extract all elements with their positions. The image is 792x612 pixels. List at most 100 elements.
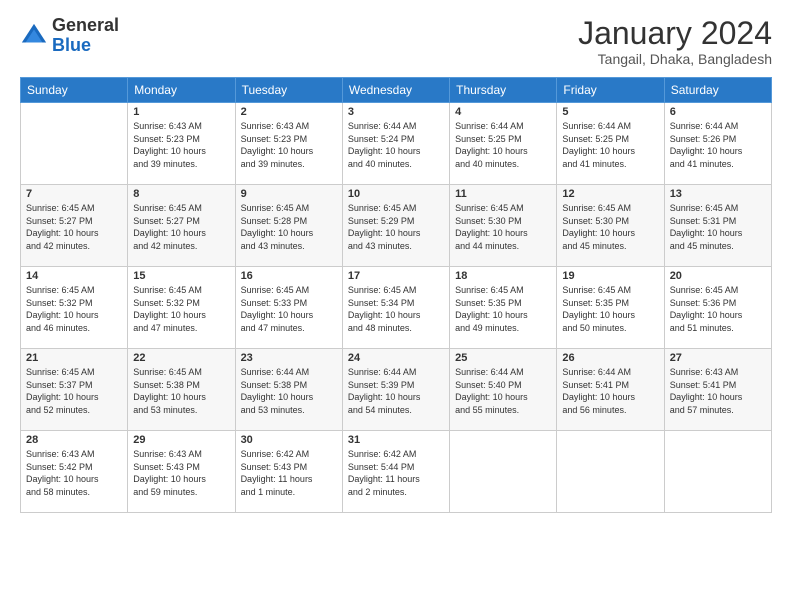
day-number: 21 <box>26 352 122 364</box>
calendar-cell: 24 Sunrise: 6:44 AM Sunset: 5:39 PM Dayli… <box>342 349 449 431</box>
day-number: 27 <box>670 352 766 364</box>
calendar-cell: 11 Sunrise: 6:45 AM Sunset: 5:30 PM Dayli… <box>450 185 557 267</box>
calendar-week-1: 1 Sunrise: 6:43 AM Sunset: 5:23 PM Daylig… <box>21 103 772 185</box>
calendar-week-5: 28 Sunrise: 6:43 AM Sunset: 5:42 PM Dayli… <box>21 431 772 513</box>
calendar-week-2: 7Sunrise: 6:45 AM Sunset: 5:27 PM Daylig… <box>21 185 772 267</box>
header-monday: Monday <box>128 78 235 103</box>
day-info: Sunrise: 6:45 AM Sunset: 5:32 PM Dayligh… <box>133 284 229 334</box>
day-number: 17 <box>348 270 444 282</box>
day-number: 22 <box>133 352 229 364</box>
day-number: 26 <box>562 352 658 364</box>
day-number: 13 <box>670 188 766 200</box>
day-number: 6 <box>670 106 766 118</box>
day-number: 31 <box>348 434 444 446</box>
day-number: 14 <box>26 270 122 282</box>
calendar-cell: 28 Sunrise: 6:43 AM Sunset: 5:42 PM Dayli… <box>21 431 128 513</box>
calendar-cell: 20Sunrise: 6:45 AM Sunset: 5:36 PM Dayli… <box>664 267 771 349</box>
day-info: Sunrise: 6:45 AM Sunset: 5:31 PM Dayligh… <box>670 202 766 252</box>
day-info: Sunrise: 6:44 AM Sunset: 5:38 PM Dayligh… <box>241 366 337 416</box>
day-number: 18 <box>455 270 551 282</box>
calendar-cell: 17Sunrise: 6:45 AM Sunset: 5:34 PM Dayli… <box>342 267 449 349</box>
calendar-cell: 19Sunrise: 6:45 AM Sunset: 5:35 PM Dayli… <box>557 267 664 349</box>
header-saturday: Saturday <box>664 78 771 103</box>
day-info: Sunrise: 6:45 AM Sunset: 5:28 PM Dayligh… <box>241 202 337 252</box>
day-info: Sunrise: 6:44 AM Sunset: 5:39 PM Dayligh… <box>348 366 444 416</box>
day-info: Sunrise: 6:45 AM Sunset: 5:30 PM Dayligh… <box>562 202 658 252</box>
day-info: Sunrise: 6:45 AM Sunset: 5:27 PM Dayligh… <box>133 202 229 252</box>
day-info: Sunrise: 6:43 AM Sunset: 5:23 PM Dayligh… <box>241 120 337 170</box>
day-number: 25 <box>455 352 551 364</box>
calendar-cell: 25 Sunrise: 6:44 AM Sunset: 5:40 PM Dayli… <box>450 349 557 431</box>
day-info: Sunrise: 6:45 AM Sunset: 5:32 PM Dayligh… <box>26 284 122 334</box>
calendar-cell: 3 Sunrise: 6:44 AM Sunset: 5:24 PM Daylig… <box>342 103 449 185</box>
title-area: January 2024 Tangail, Dhaka, Bangladesh <box>578 16 772 67</box>
calendar-cell: 18 Sunrise: 6:45 AM Sunset: 5:35 PM Dayli… <box>450 267 557 349</box>
day-info: Sunrise: 6:42 AM Sunset: 5:44 PM Dayligh… <box>348 448 444 498</box>
day-number: 12 <box>562 188 658 200</box>
header-friday: Friday <box>557 78 664 103</box>
day-number: 3 <box>348 106 444 118</box>
calendar-cell: 29 Sunrise: 6:43 AM Sunset: 5:43 PM Dayli… <box>128 431 235 513</box>
calendar-cell: 15 Sunrise: 6:45 AM Sunset: 5:32 PM Dayli… <box>128 267 235 349</box>
calendar-cell: 7Sunrise: 6:45 AM Sunset: 5:27 PM Daylig… <box>21 185 128 267</box>
day-info: Sunrise: 6:45 AM Sunset: 5:30 PM Dayligh… <box>455 202 551 252</box>
day-number: 11 <box>455 188 551 200</box>
header-thursday: Thursday <box>450 78 557 103</box>
logo: General Blue <box>20 16 119 56</box>
calendar-week-3: 14 Sunrise: 6:45 AM Sunset: 5:32 PM Dayli… <box>21 267 772 349</box>
logo-blue: Blue <box>52 35 91 55</box>
header-wednesday: Wednesday <box>342 78 449 103</box>
day-number: 5 <box>562 106 658 118</box>
day-number: 29 <box>133 434 229 446</box>
day-info: Sunrise: 6:45 AM Sunset: 5:37 PM Dayligh… <box>26 366 122 416</box>
day-info: Sunrise: 6:45 AM Sunset: 5:33 PM Dayligh… <box>241 284 337 334</box>
day-info: Sunrise: 6:45 AM Sunset: 5:38 PM Dayligh… <box>133 366 229 416</box>
calendar-cell: 9 Sunrise: 6:45 AM Sunset: 5:28 PM Daylig… <box>235 185 342 267</box>
day-info: Sunrise: 6:44 AM Sunset: 5:40 PM Dayligh… <box>455 366 551 416</box>
day-info: Sunrise: 6:44 AM Sunset: 5:25 PM Dayligh… <box>455 120 551 170</box>
calendar-cell: 21 Sunrise: 6:45 AM Sunset: 5:37 PM Dayli… <box>21 349 128 431</box>
calendar-cell: 16 Sunrise: 6:45 AM Sunset: 5:33 PM Dayli… <box>235 267 342 349</box>
day-info: Sunrise: 6:44 AM Sunset: 5:26 PM Dayligh… <box>670 120 766 170</box>
logo-text: General Blue <box>52 16 119 56</box>
day-info: Sunrise: 6:43 AM Sunset: 5:41 PM Dayligh… <box>670 366 766 416</box>
calendar-cell: 12 Sunrise: 6:45 AM Sunset: 5:30 PM Dayli… <box>557 185 664 267</box>
calendar-cell: 10 Sunrise: 6:45 AM Sunset: 5:29 PM Dayli… <box>342 185 449 267</box>
calendar-cell: 22 Sunrise: 6:45 AM Sunset: 5:38 PM Dayli… <box>128 349 235 431</box>
day-number: 1 <box>133 106 229 118</box>
logo-icon <box>20 22 48 50</box>
day-info: Sunrise: 6:45 AM Sunset: 5:29 PM Dayligh… <box>348 202 444 252</box>
calendar-cell <box>450 431 557 513</box>
logo-general: General <box>52 15 119 35</box>
day-number: 8 <box>133 188 229 200</box>
day-info: Sunrise: 6:44 AM Sunset: 5:25 PM Dayligh… <box>562 120 658 170</box>
day-number: 9 <box>241 188 337 200</box>
day-info: Sunrise: 6:43 AM Sunset: 5:43 PM Dayligh… <box>133 448 229 498</box>
day-number: 28 <box>26 434 122 446</box>
calendar-week-4: 21 Sunrise: 6:45 AM Sunset: 5:37 PM Dayli… <box>21 349 772 431</box>
day-number: 20 <box>670 270 766 282</box>
day-number: 4 <box>455 106 551 118</box>
day-info: Sunrise: 6:44 AM Sunset: 5:41 PM Dayligh… <box>562 366 658 416</box>
day-info: Sunrise: 6:42 AM Sunset: 5:43 PM Dayligh… <box>241 448 337 498</box>
day-number: 23 <box>241 352 337 364</box>
calendar-cell: 26 Sunrise: 6:44 AM Sunset: 5:41 PM Dayli… <box>557 349 664 431</box>
day-number: 10 <box>348 188 444 200</box>
calendar-cell <box>557 431 664 513</box>
day-number: 24 <box>348 352 444 364</box>
month-title: January 2024 <box>578 16 772 51</box>
day-info: Sunrise: 6:45 AM Sunset: 5:35 PM Dayligh… <box>455 284 551 334</box>
day-info: Sunrise: 6:43 AM Sunset: 5:42 PM Dayligh… <box>26 448 122 498</box>
calendar-cell: 27 Sunrise: 6:43 AM Sunset: 5:41 PM Dayli… <box>664 349 771 431</box>
calendar-cell <box>21 103 128 185</box>
calendar-cell: 30 Sunrise: 6:42 AM Sunset: 5:43 PM Dayli… <box>235 431 342 513</box>
page: General Blue January 2024 Tangail, Dhaka… <box>0 0 792 612</box>
day-info: Sunrise: 6:43 AM Sunset: 5:23 PM Dayligh… <box>133 120 229 170</box>
day-number: 30 <box>241 434 337 446</box>
day-number: 16 <box>241 270 337 282</box>
day-number: 15 <box>133 270 229 282</box>
calendar-cell: 23 Sunrise: 6:44 AM Sunset: 5:38 PM Dayli… <box>235 349 342 431</box>
day-info: Sunrise: 6:44 AM Sunset: 5:24 PM Dayligh… <box>348 120 444 170</box>
header-sunday: Sunday <box>21 78 128 103</box>
day-number: 2 <box>241 106 337 118</box>
